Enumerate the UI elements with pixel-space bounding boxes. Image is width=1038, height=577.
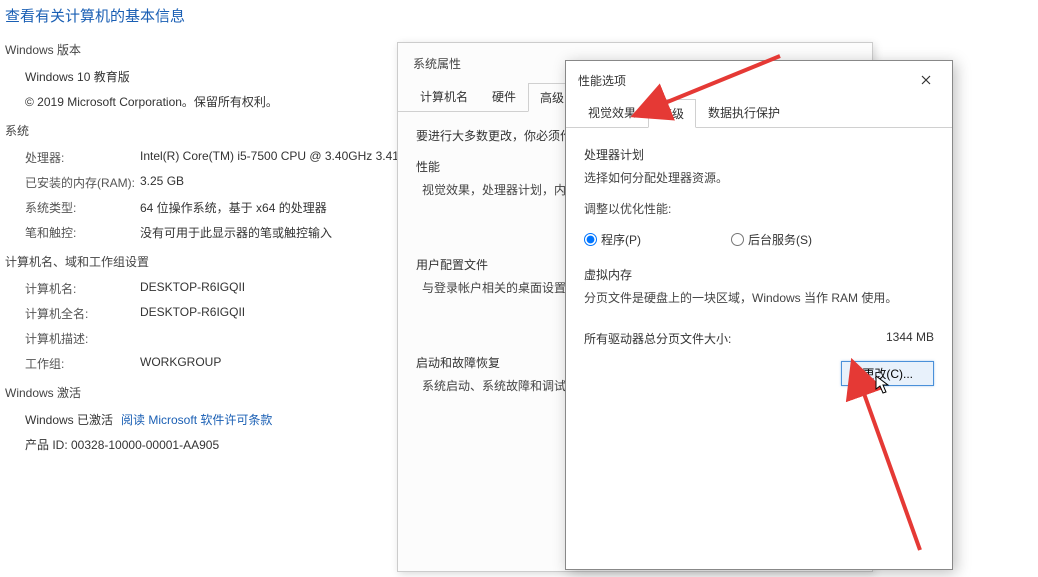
vm-total-value: 1344 MB xyxy=(886,330,934,347)
tab-dep[interactable]: 数据执行保护 xyxy=(696,98,792,127)
pen-label: 笔和触控: xyxy=(25,224,140,241)
tab-advanced2[interactable]: 高级 xyxy=(648,99,696,128)
cdesc-label: 计算机描述: xyxy=(25,330,140,347)
dialog2-body: 处理器计划 选择如何分配处理器资源。 调整以优化性能: 程序(P) 后台服务(S… xyxy=(566,128,952,398)
workgroup-label: 工作组: xyxy=(25,355,140,372)
radio-programs[interactable]: 程序(P) xyxy=(584,231,641,248)
edition-value: Windows 10 教育版 xyxy=(25,68,130,85)
radio-background-label: 后台服务(S) xyxy=(748,231,812,248)
cpu-value: Intel(R) Core(TM) i5-7500 CPU @ 3.40GHz … xyxy=(140,149,399,166)
license-link[interactable]: 阅读 Microsoft 软件许可条款 xyxy=(121,411,272,428)
close-button[interactable] xyxy=(912,70,940,90)
workgroup-value: WORKGROUP xyxy=(140,355,221,372)
radio-background[interactable]: 后台服务(S) xyxy=(731,231,812,248)
scheduling-text: 选择如何分配处理器资源。 xyxy=(584,169,934,186)
scheduling-title: 处理器计划 xyxy=(584,146,934,163)
radio-programs-label: 程序(P) xyxy=(601,231,641,248)
ram-value: 3.25 GB xyxy=(140,174,184,191)
cname-label: 计算机名: xyxy=(25,280,140,297)
tab-computer-name[interactable]: 计算机名 xyxy=(408,82,480,111)
pen-value: 没有可用于此显示器的笔或触控输入 xyxy=(140,224,332,241)
systype-value: 64 位操作系统，基于 x64 的处理器 xyxy=(140,199,327,216)
activation-status: Windows 已激活 xyxy=(25,411,113,428)
close-icon xyxy=(921,75,931,85)
fullname-label: 计算机全名: xyxy=(25,305,140,322)
cname-value: DESKTOP-R6IGQII xyxy=(140,280,245,297)
change-button[interactable]: 更改(C)... xyxy=(841,361,934,386)
cpu-label: 处理器: xyxy=(25,149,140,166)
ram-label: 已安装的内存(RAM): xyxy=(25,174,140,191)
dialog2-title: 性能选项 xyxy=(578,72,626,89)
performance-options-dialog: 性能选项 视觉效果 高级 数据执行保护 处理器计划 选择如何分配处理器资源。 调… xyxy=(565,60,953,570)
adjust-label: 调整以优化性能: xyxy=(584,200,934,217)
page-title: 查看有关计算机的基本信息 xyxy=(5,5,1038,26)
vm-total-label: 所有驱动器总分页文件大小: xyxy=(584,330,731,347)
dialog2-tabs: 视觉效果 高级 数据执行保护 xyxy=(566,98,952,128)
radio-programs-input[interactable] xyxy=(584,233,597,246)
vm-title: 虚拟内存 xyxy=(584,266,934,283)
radio-background-input[interactable] xyxy=(731,233,744,246)
systype-label: 系统类型: xyxy=(25,199,140,216)
product-id: 产品 ID: 00328-10000-00001-AA905 xyxy=(25,436,219,453)
copyright-value: © 2019 Microsoft Corporation。保留所有权利。 xyxy=(25,93,278,110)
tab-hardware[interactable]: 硬件 xyxy=(480,82,528,111)
fullname-value: DESKTOP-R6IGQII xyxy=(140,305,245,322)
tab-visual-effects[interactable]: 视觉效果 xyxy=(576,98,648,127)
vm-text: 分页文件是硬盘上的一块区域，Windows 当作 RAM 使用。 xyxy=(584,289,934,306)
